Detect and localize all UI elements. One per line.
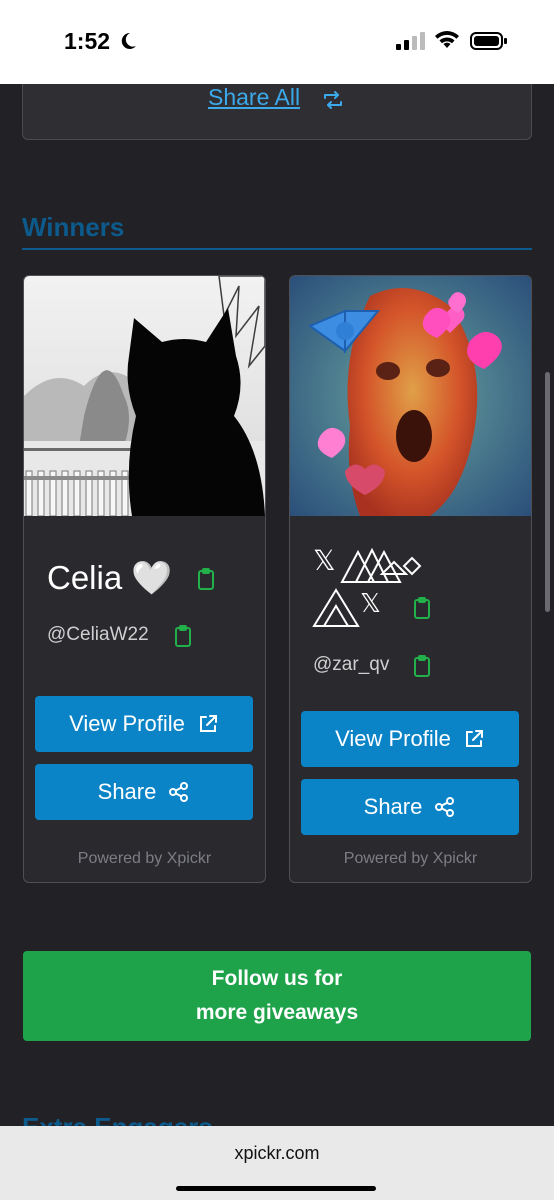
share-icon [169, 782, 189, 802]
clipboard-icon[interactable] [175, 625, 191, 647]
retweet-icon[interactable] [322, 90, 344, 110]
winner-name: Celia 🤍 [47, 559, 173, 596]
share-icon [435, 797, 455, 817]
status-bar: 1:52 [0, 0, 554, 84]
winner-card-1: Celia 🤍 @CeliaW22 View Profile Share Pow… [23, 275, 266, 883]
view-profile-button[interactable]: View Profile [35, 696, 253, 752]
winner-card-2: 𝕏 𝕏 @zar_qv View Profile Share Powered b… [289, 275, 532, 883]
external-link-icon [465, 730, 483, 747]
clipboard-icon[interactable] [198, 568, 214, 590]
winner-handle: @CeliaW22 [47, 624, 149, 645]
url-text[interactable]: xpickr.com [0, 1143, 554, 1164]
battery-icon [470, 32, 507, 50]
moon-icon [121, 32, 136, 49]
view-profile-label: View Profile [335, 726, 451, 751]
signal-icon [396, 32, 425, 50]
triangle-emoji-art [340, 547, 422, 583]
follow-line-1: Follow us for [211, 967, 343, 990]
share-label: Share [363, 794, 423, 819]
powered-by-text: Powered by Xpickr [343, 850, 478, 867]
winners-divider [22, 248, 532, 250]
external-link-icon [199, 715, 217, 732]
status-time: 1:52 [64, 28, 111, 54]
winner-handle: @zar_qv [313, 654, 390, 675]
follow-line-2: more giveaways [195, 1001, 359, 1024]
home-indicator [176, 1186, 376, 1191]
view-profile-label: View Profile [69, 711, 185, 736]
profile-image-cat [24, 276, 265, 516]
follow-us-button[interactable]: Follow us for more giveaways [23, 951, 531, 1041]
share-button[interactable]: Share [35, 764, 253, 820]
winner-name-x-glyph: 𝕏 [313, 545, 336, 576]
share-label: Share [97, 779, 157, 804]
powered-by-text: Powered by Xpickr [77, 850, 212, 867]
profile-image-painting [290, 276, 531, 516]
view-profile-button[interactable]: View Profile [301, 711, 519, 767]
winners-heading: Winners [22, 212, 125, 242]
triangle-emoji-art [312, 588, 360, 627]
x-glyph: 𝕏 [360, 588, 381, 618]
scrollbar[interactable] [545, 372, 550, 612]
clipboard-icon[interactable] [414, 655, 430, 677]
share-button[interactable]: Share [301, 779, 519, 835]
wifi-icon [435, 31, 459, 48]
share-all-link[interactable]: Share All [208, 84, 300, 111]
clipboard-icon[interactable] [414, 597, 430, 619]
